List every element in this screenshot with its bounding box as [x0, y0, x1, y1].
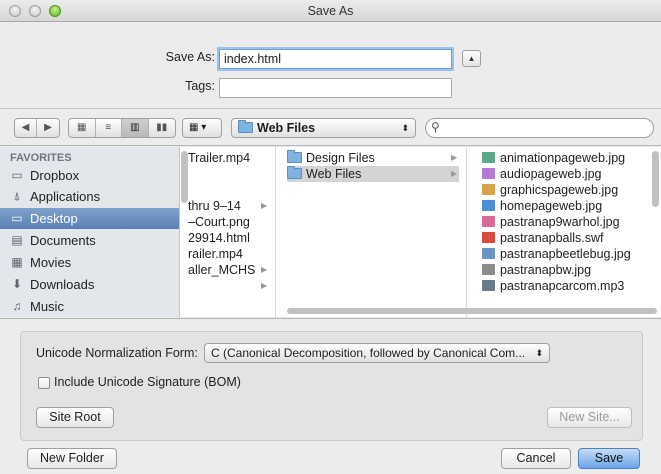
disclosure-arrow-icon: ▶: [451, 169, 458, 178]
list-item[interactable]: pastranapballs.swf: [482, 230, 604, 246]
arrange-menu[interactable]: ▦ ▾: [182, 118, 222, 138]
coverflow-view-icon[interactable]: ▮▮: [149, 119, 175, 137]
sidebar-heading: FAVORITES: [10, 152, 72, 164]
music-icon: ♫: [12, 299, 22, 313]
new-folder-button[interactable]: New Folder: [27, 448, 117, 469]
browser-toolbar: ◀ ▶ ▦ ≡ ▥ ▮▮ ▦ ▾ Web Files ⬍ ⚲: [0, 110, 661, 146]
movies-icon: ▦: [11, 255, 23, 269]
bom-checkbox[interactable]: [38, 377, 50, 389]
list-item[interactable]: pastranap9warhol.jpg: [482, 214, 620, 230]
sidebar-item-downloads[interactable]: ⬇ Downloads: [0, 274, 179, 295]
horizontal-scrollbar[interactable]: [287, 308, 657, 314]
window-title: Save As: [307, 4, 354, 18]
disclosure-arrow-icon: ▶: [451, 153, 458, 162]
image-file-icon: [482, 264, 495, 275]
image-file-icon: [482, 200, 495, 211]
tags-field[interactable]: [219, 78, 452, 98]
search-field[interactable]: ⚲: [425, 118, 654, 138]
column-3-scrollbar[interactable]: [652, 151, 659, 207]
tags-label: Tags:: [185, 79, 215, 93]
new-site-button[interactable]: New Site...: [547, 407, 632, 428]
normalization-value: C (Canonical Decomposition, followed by …: [211, 346, 526, 360]
dropdown-arrow-icon: ▾: [201, 122, 207, 133]
image-file-icon: [482, 216, 495, 227]
sidebar-item-dropbox[interactable]: ▭ Dropbox: [0, 165, 179, 186]
browser-column-3: animationpageweb.jpg audiopageweb.jpg gr…: [468, 147, 661, 317]
list-item[interactable]: animationpageweb.jpg: [482, 150, 625, 166]
title-bar: Save As: [0, 0, 661, 22]
site-root-button[interactable]: Site Root: [36, 407, 114, 428]
forward-arrow-icon[interactable]: ▶: [37, 119, 59, 137]
list-item[interactable]: graphicspageweb.jpg: [482, 182, 618, 198]
arrange-icon: ▦: [189, 122, 199, 133]
sidebar-item-movies[interactable]: ▦ Movies: [0, 252, 179, 273]
file-browser: FAVORITES ▭ Dropbox ⍋ Applications ▭ Deskto…: [0, 147, 661, 317]
browser-column-1: Trailer.mp4 thru 9–14 ▶ –Court.png 29914…: [181, 147, 276, 317]
list-item[interactable]: pastranapbeetlebug.jpg: [482, 246, 631, 262]
search-icon: ⚲: [431, 120, 440, 134]
disclosure-arrow-icon: ▶: [261, 281, 268, 290]
save-as-label: Save As:: [165, 50, 215, 64]
cancel-button[interactable]: Cancel: [501, 448, 571, 469]
list-item[interactable]: aller_MCHS: [188, 262, 255, 278]
location-label: Web Files: [257, 121, 316, 135]
sidebar-item-applications[interactable]: ⍋ Applications: [0, 186, 179, 207]
desktop-icon: ▭: [11, 211, 23, 225]
sidebar-item-music[interactable]: ♫ Music: [0, 296, 179, 317]
column-view-icon[interactable]: ▥: [122, 119, 149, 137]
folder-icon: [238, 120, 253, 133]
column-1-scrollbar[interactable]: [181, 151, 188, 203]
save-button[interactable]: Save: [578, 448, 640, 469]
list-item[interactable]: –Court.png: [188, 214, 250, 230]
applications-icon: ⍋: [13, 189, 21, 203]
sidebar: FAVORITES ▭ Dropbox ⍋ Applications ▭ Deskto…: [0, 147, 180, 317]
image-file-icon: [482, 152, 495, 163]
sidebar-item-documents[interactable]: ▤ Documents: [0, 230, 179, 251]
list-item[interactable]: homepageweb.jpg: [482, 198, 602, 214]
list-item[interactable]: pastranapbw.jpg: [482, 262, 591, 278]
options-area: Unicode Normalization Form: C (Canonical…: [0, 318, 661, 474]
back-forward-control: ◀ ▶: [14, 118, 60, 138]
downloads-icon: ⬇: [11, 277, 23, 291]
documents-icon: ▤: [11, 233, 23, 247]
list-item[interactable]: audiopageweb.jpg: [482, 166, 601, 182]
folder-icon: [287, 166, 302, 179]
normalization-popup[interactable]: C (Canonical Decomposition, followed by …: [204, 343, 550, 363]
folder-icon: ▭: [11, 168, 23, 182]
encoding-options-panel: Unicode Normalization Form: C (Canonical…: [20, 331, 643, 441]
list-item[interactable]: railer.mp4: [188, 246, 243, 262]
list-item[interactable]: Trailer.mp4: [188, 150, 250, 166]
disclosure-arrow-icon: ▶: [261, 201, 268, 210]
list-item[interactable]: thru 9–14: [188, 198, 241, 214]
view-mode-control: ▦ ≡ ▥ ▮▮: [68, 118, 176, 138]
list-item[interactable]: 29914.html: [188, 230, 250, 246]
back-arrow-icon[interactable]: ◀: [15, 119, 37, 137]
flash-file-icon: [482, 232, 495, 243]
image-file-icon: [482, 184, 495, 195]
icon-view-icon[interactable]: ▦: [69, 119, 96, 137]
save-header: Save As: index.html ▲ Tags:: [0, 22, 661, 109]
sidebar-item-desktop[interactable]: ▭ Desktop: [0, 208, 179, 229]
location-popup[interactable]: Web Files ⬍: [231, 118, 416, 138]
collapse-disclosure-button[interactable]: ▲: [462, 50, 481, 67]
normalization-label: Unicode Normalization Form:: [36, 346, 198, 360]
audio-file-icon: [482, 280, 495, 291]
list-item-selected[interactable]: Web Files: [287, 166, 459, 182]
save-as-field[interactable]: index.html: [219, 49, 452, 69]
popup-chevron-icon: ⬍: [535, 348, 543, 358]
list-item[interactable]: Design Files: [287, 150, 452, 166]
folder-icon: [287, 150, 302, 163]
bom-label: Include Unicode Signature (BOM): [54, 375, 241, 389]
image-file-icon: [482, 248, 495, 259]
list-item[interactable]: pastranapcarcom.mp3: [482, 278, 624, 294]
image-file-icon: [482, 168, 495, 179]
list-view-icon[interactable]: ≡: [96, 119, 122, 137]
popup-chevron-icon: ⬍: [401, 123, 409, 133]
disclosure-arrow-icon: ▶: [261, 265, 268, 274]
browser-column-2: Design Files ▶ Web Files ▶: [277, 147, 467, 317]
